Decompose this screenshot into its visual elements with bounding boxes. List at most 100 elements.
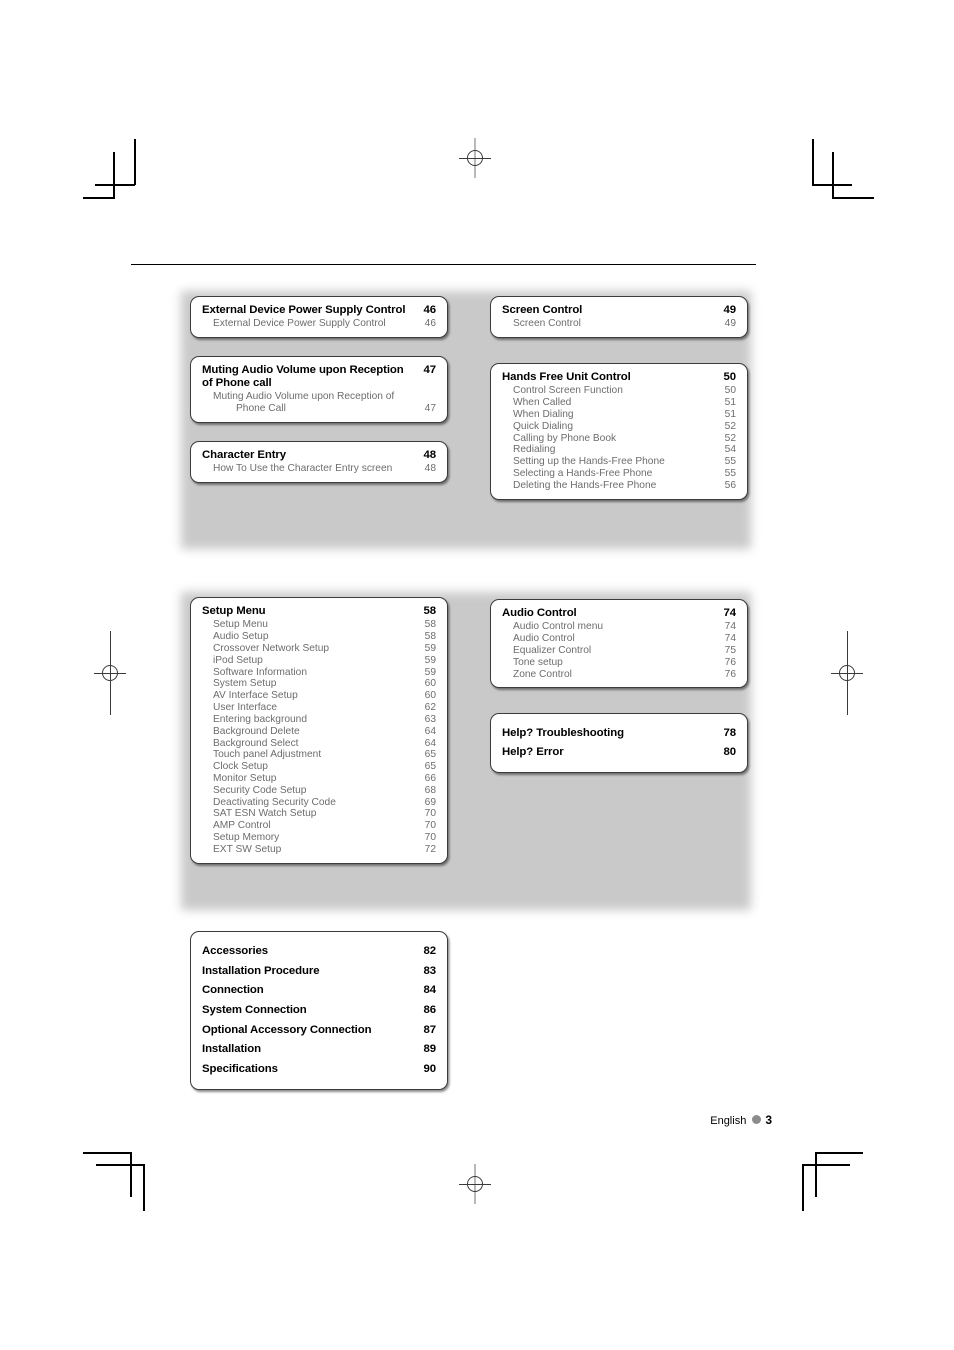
toc-box-muting-audio-volume[interactable]: Muting Audio Volume upon Reception of Ph… bbox=[190, 356, 448, 424]
chapter-page: 89 bbox=[423, 1043, 437, 1056]
chapter-page: 83 bbox=[423, 964, 437, 977]
chapter-heading[interactable]: Setup Menu 58 bbox=[202, 605, 436, 619]
toc-entry-label: Background Select bbox=[213, 737, 299, 749]
toc-entry-label: Deleting the Hands-Free Phone bbox=[513, 479, 657, 491]
chapter-page: 87 bbox=[423, 1023, 437, 1036]
page-footer: English 3 bbox=[0, 1113, 954, 1127]
toc-entry[interactable]: iPod Setup 59 bbox=[202, 655, 436, 667]
footer-language: English bbox=[710, 1115, 747, 1127]
chapter-heading[interactable]: Muting Audio Volume upon Reception of Ph… bbox=[202, 364, 436, 391]
chapter-heading[interactable]: External Device Power Supply Control 46 bbox=[202, 304, 436, 318]
toc-entry[interactable]: System Setup 60 bbox=[202, 678, 436, 690]
toc-entry-label: Monitor Setup bbox=[213, 772, 277, 784]
toc-box-external-device-power-supply-control[interactable]: External Device Power Supply Control 46 … bbox=[190, 296, 448, 339]
toc-entry-label: AV Interface Setup bbox=[213, 690, 298, 702]
toc-entry[interactable]: Entering background 63 bbox=[202, 714, 436, 726]
toc-entry[interactable]: Redialing 54 bbox=[502, 444, 736, 456]
toc-entry-label: Tone setup bbox=[513, 656, 563, 668]
toc-entry[interactable]: Setup Memory 70 bbox=[202, 832, 436, 844]
toc-entry[interactable]: Crossover Network Setup 59 bbox=[202, 643, 436, 655]
chapter-heading[interactable]: Help? Error 80 bbox=[502, 743, 736, 763]
toc-page: External Device Power Supply Control 46 … bbox=[0, 0, 954, 1350]
chapter-heading[interactable]: Audio Control 74 bbox=[502, 607, 736, 621]
toc-entry[interactable]: Selecting a Hands-Free Phone 55 bbox=[502, 468, 736, 480]
toc-entry-label: EXT SW Setup bbox=[213, 843, 282, 855]
toc-entry[interactable]: Audio Control 74 bbox=[502, 633, 736, 645]
toc-entry[interactable]: Calling by Phone Book 52 bbox=[502, 433, 736, 445]
toc-box-help[interactable]: Help? Troubleshooting 78 Help? Error 80 bbox=[490, 713, 748, 773]
toc-entry-label: iPod Setup bbox=[213, 654, 263, 666]
toc-entry[interactable]: User Interface 62 bbox=[202, 702, 436, 714]
chapter-heading[interactable]: Connection 84 bbox=[202, 981, 436, 1001]
toc-entry-page: 65 bbox=[424, 749, 436, 761]
toc-box-installation-reference[interactable]: Accessories 82 Installation Procedure 83 C… bbox=[190, 931, 448, 1091]
toc-entry-page: 52 bbox=[724, 432, 736, 444]
chapter-title: Setup Menu bbox=[202, 605, 266, 617]
chapter-page: 46 bbox=[423, 304, 437, 316]
chapter-heading[interactable]: Installation Procedure 83 bbox=[202, 962, 436, 982]
toc-entry[interactable]: Audio Control menu 74 bbox=[502, 621, 736, 633]
toc-entry[interactable]: Screen Control 49 bbox=[502, 318, 736, 330]
toc-entry[interactable]: Setting up the Hands-Free Phone 55 bbox=[502, 456, 736, 468]
chapter-heading[interactable]: Specifications 90 bbox=[202, 1060, 436, 1080]
toc-entry[interactable]: Clock Setup 65 bbox=[202, 761, 436, 773]
chapter-heading[interactable]: Character Entry 48 bbox=[202, 449, 436, 463]
toc-entry[interactable]: Zone Control 76 bbox=[502, 669, 736, 681]
chapter-heading[interactable]: Hands Free Unit Control 50 bbox=[502, 371, 736, 385]
chapter-page: 49 bbox=[723, 304, 737, 316]
toc-entry[interactable]: Background Select 64 bbox=[202, 738, 436, 750]
toc-entry[interactable]: SAT ESN Watch Setup 70 bbox=[202, 808, 436, 820]
toc-entry-label: Setup Menu bbox=[213, 619, 268, 631]
toc-box-setup-menu[interactable]: Setup Menu 58 Setup Menu 58 Audio Setup 58… bbox=[190, 597, 448, 864]
toc-entry[interactable]: Tone setup 76 bbox=[502, 657, 736, 669]
toc-entry-label: Audio Control bbox=[513, 633, 575, 645]
chapter-title: Installation bbox=[202, 1043, 261, 1056]
toc-entry[interactable]: Software Information 59 bbox=[202, 667, 436, 679]
toc-entry[interactable]: AV Interface Setup 60 bbox=[202, 690, 436, 702]
toc-entry[interactable]: AMP Control 70 bbox=[202, 820, 436, 832]
chapter-heading[interactable]: Accessories 82 bbox=[202, 942, 436, 962]
toc-entry-page: 64 bbox=[424, 725, 436, 737]
toc-entry[interactable]: Deleting the Hands-Free Phone 56 bbox=[502, 480, 736, 492]
toc-entry-page: 60 bbox=[424, 690, 436, 702]
toc-entry[interactable]: Monitor Setup 66 bbox=[202, 773, 436, 785]
toc-entry[interactable]: When Called 51 bbox=[502, 397, 736, 409]
toc-entry-continuation[interactable]: Phone Call 47 bbox=[202, 403, 436, 415]
toc-entry[interactable]: Background Delete 64 bbox=[202, 726, 436, 738]
footer-page-number: 3 bbox=[765, 1113, 772, 1127]
toc-entry[interactable]: Quick Dialing 52 bbox=[502, 421, 736, 433]
toc-entry-label: Touch panel Adjustment bbox=[213, 749, 322, 761]
toc-box-screen-control[interactable]: Screen Control 49 Screen Control 49 bbox=[490, 296, 748, 339]
toc-entry-label: Security Code Setup bbox=[213, 784, 307, 796]
chapter-heading[interactable]: Optional Accessory Connection 87 bbox=[202, 1020, 436, 1040]
toc-entry[interactable]: Touch panel Adjustment 65 bbox=[202, 749, 436, 761]
toc-box-audio-control[interactable]: Audio Control 74 Audio Control menu 74 Au… bbox=[490, 599, 748, 689]
toc-entry[interactable]: When Dialing 51 bbox=[502, 409, 736, 421]
chapter-heading[interactable]: Help? Troubleshooting 78 bbox=[502, 723, 736, 743]
toc-entry[interactable]: External Device Power Supply Control 46 bbox=[202, 318, 436, 330]
chapter-page: 82 bbox=[423, 945, 437, 958]
chapter-page: 80 bbox=[723, 746, 737, 759]
toc-entry[interactable]: Setup Menu 58 bbox=[202, 619, 436, 631]
toc-entry[interactable]: Security Code Setup 68 bbox=[202, 785, 436, 797]
chapter-heading[interactable]: Installation 89 bbox=[202, 1040, 436, 1060]
toc-entry[interactable]: How To Use the Character Entry screen 48 bbox=[202, 463, 436, 475]
toc-entry-page: 58 bbox=[424, 631, 436, 643]
chapter-title: Help? Error bbox=[502, 746, 564, 759]
chapter-title: Connection bbox=[202, 984, 264, 997]
toc-entry-page: 66 bbox=[424, 772, 436, 784]
toc-entry[interactable]: Deactivating Security Code 69 bbox=[202, 797, 436, 809]
toc-entry-page: 59 bbox=[424, 654, 436, 666]
chapter-heading[interactable]: System Connection 86 bbox=[202, 1001, 436, 1021]
toc-entry[interactable]: Muting Audio Volume upon Reception of bbox=[202, 391, 436, 403]
toc-entry[interactable]: Audio Setup 58 bbox=[202, 631, 436, 643]
chapter-heading[interactable]: Screen Control 49 bbox=[502, 304, 736, 318]
toc-box-character-entry[interactable]: Character Entry 48 How To Use the Charac… bbox=[190, 441, 448, 484]
toc-entry[interactable]: Equalizer Control 75 bbox=[502, 645, 736, 657]
toc-entry[interactable]: EXT SW Setup 72 bbox=[202, 844, 436, 856]
toc-entry-page: 54 bbox=[724, 444, 736, 456]
toc-entry[interactable]: Control Screen Function 50 bbox=[502, 385, 736, 397]
chapter-page: 86 bbox=[423, 1003, 437, 1016]
toc-entry-label-continued: Phone Call bbox=[236, 403, 286, 415]
toc-box-hands-free-unit-control[interactable]: Hands Free Unit Control 50 Control Scree… bbox=[490, 363, 748, 500]
